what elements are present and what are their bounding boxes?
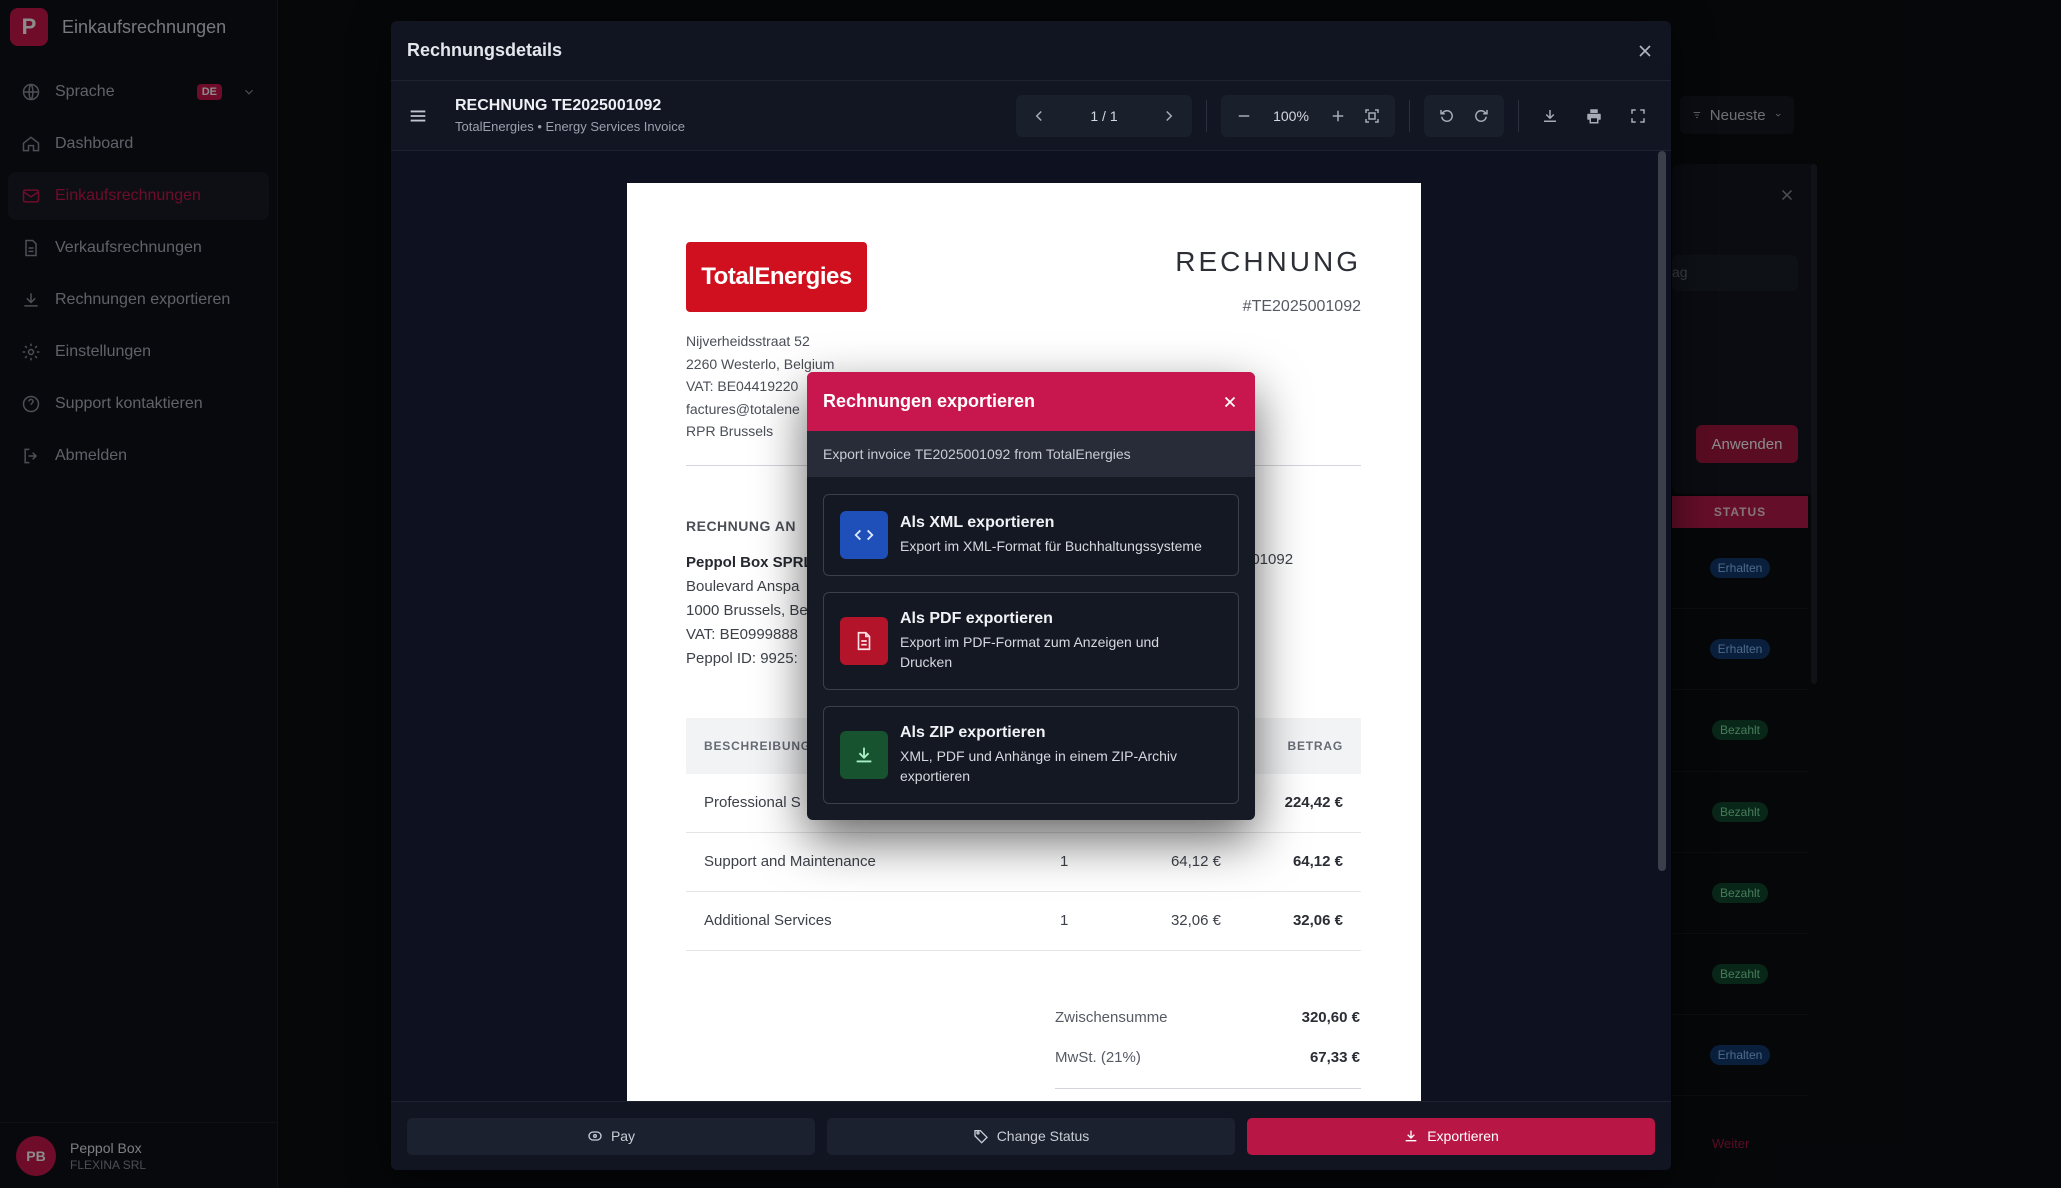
printer-icon (1587, 108, 1601, 123)
company-logo: TotalEnergies (686, 242, 867, 312)
chevron-left-icon (1035, 110, 1042, 121)
plus-icon (1332, 110, 1344, 121)
page-navigation: 1 / 1 (1016, 94, 1192, 137)
viewer-toolbar: RECHNUNG TE2025001092 TotalEnergies • En… (391, 81, 1671, 151)
change-status-button[interactable]: Change Status (827, 1117, 1235, 1155)
modal-header: Rechnungsdetails (391, 21, 1671, 81)
export-xml-option[interactable]: Als XML exportieren Export im XML-Format… (823, 494, 1239, 576)
option-description: Export im XML-Format für Buchhaltungssys… (900, 538, 1202, 554)
vat-label: MwSt. (21%) (1055, 1049, 1141, 1066)
export-dialog-subtitle: Export invoice TE2025001092 from TotalEn… (807, 431, 1255, 477)
fit-screen-icon (1365, 108, 1379, 123)
subtotal-label: Zwischensumme (1055, 1009, 1168, 1026)
invoice-heading: RECHNUNG (1175, 246, 1361, 277)
close-icon[interactable] (1635, 41, 1655, 61)
option-title: Als PDF exportieren (900, 610, 1053, 627)
row-quantity: 1 (1060, 853, 1069, 870)
minus-icon (1238, 114, 1250, 117)
prev-page-button[interactable] (1022, 99, 1056, 133)
header-description: BESCHREIBUNG (704, 739, 811, 753)
zoom-in-button[interactable] (1321, 99, 1355, 133)
download-icon (1405, 1130, 1417, 1142)
export-button[interactable]: Exportieren (1247, 1117, 1655, 1155)
option-description: XML, PDF und Anhänge in einem ZIP-Archiv… (900, 748, 1178, 784)
row-description: Professional S (704, 794, 801, 811)
code-icon (840, 511, 888, 559)
divider (1055, 1088, 1361, 1089)
sender-line: Nijverheidsstraat 52 (686, 333, 810, 349)
table-row: Support and Maintenance 1 64,12 € 64,12 … (686, 833, 1361, 892)
payment-icon (588, 1131, 602, 1141)
vat-value: 67,33 € (1309, 1049, 1360, 1066)
invoice-number: #TE2025001092 (1242, 298, 1361, 315)
fullscreen-icon (1631, 108, 1645, 123)
bill-to-line: Boulevard Anspa (686, 578, 800, 595)
row-description: Support and Maintenance (704, 853, 876, 870)
fit-page-button[interactable] (1355, 99, 1389, 133)
file-icon (840, 617, 888, 665)
change-status-label: Change Status (996, 1128, 1090, 1144)
rotate-right-icon (1475, 109, 1488, 122)
export-dialog-header: Rechnungen exportieren (807, 372, 1255, 431)
bill-to-address: Peppol Box SPRL Boulevard Anspa 1000 Bru… (686, 551, 813, 671)
option-description: Export im PDF-Format zum Anzeigen und Dr… (900, 634, 1160, 670)
bill-to-line: 1000 Brussels, Be (686, 602, 808, 619)
chevron-right-icon (1166, 110, 1173, 121)
export-zip-option[interactable]: Als ZIP exportieren XML, PDF und Anhänge… (823, 706, 1239, 804)
bill-to-line: VAT: BE0999888 (686, 626, 799, 643)
row-amount: 32,06 € (1292, 912, 1343, 929)
rotate-left-icon (1440, 109, 1453, 122)
export-dialog: Rechnungen exportieren Export invoice TE… (807, 372, 1255, 820)
viewer-scrollbar[interactable] (1658, 151, 1666, 871)
bill-to-heading: RECHNUNG AN (686, 518, 796, 534)
header-amount: BETRAG (1287, 739, 1343, 753)
download-button[interactable] (1533, 99, 1567, 133)
pay-label: Pay (610, 1128, 636, 1144)
row-price: 32,06 € (1170, 912, 1221, 929)
row-amount: 224,42 € (1284, 794, 1343, 811)
row-description: Additional Services (704, 912, 832, 929)
toolbar-divider (1518, 99, 1519, 132)
fullscreen-button[interactable] (1621, 99, 1655, 133)
rotate-right-button[interactable] (1464, 99, 1498, 133)
document-title: RECHNUNG TE2025001092 (455, 97, 662, 114)
download-icon (840, 731, 888, 779)
modal-title: Rechnungsdetails (407, 40, 563, 60)
pay-button[interactable]: Pay (407, 1117, 815, 1155)
print-button[interactable] (1577, 99, 1611, 133)
row-price: 64,12 € (1170, 853, 1221, 870)
tag-icon (974, 1130, 988, 1144)
option-title: Als ZIP exportieren (900, 724, 1046, 741)
row-amount: 64,12 € (1292, 853, 1343, 870)
zoom-controls: 100% (1221, 94, 1395, 137)
export-pdf-option[interactable]: Als PDF exportieren Export im PDF-Format… (823, 592, 1239, 690)
close-icon[interactable] (1221, 393, 1239, 411)
table-row: Additional Services 1 32,06 € 32,06 € (686, 892, 1361, 951)
next-page-button[interactable] (1152, 99, 1186, 133)
rotate-left-button[interactable] (1430, 99, 1464, 133)
menu-icon[interactable] (407, 105, 429, 127)
page-indicator: 1 / 1 (1090, 107, 1118, 124)
modal-footer: Pay Change Status Exportieren (391, 1101, 1671, 1170)
toolbar-divider (1409, 99, 1410, 132)
download-icon (1544, 109, 1556, 122)
export-label: Exportieren (1427, 1128, 1499, 1144)
toolbar-divider (1206, 99, 1207, 132)
row-quantity: 1 (1060, 912, 1069, 929)
rotate-controls (1424, 94, 1504, 137)
bill-to-line: Peppol ID: 9925: (686, 650, 798, 667)
export-dialog-title: Rechnungen exportieren (823, 391, 1036, 411)
subtotal-value: 320,60 € (1301, 1009, 1360, 1026)
zoom-level: 100% (1273, 107, 1309, 124)
document-subtitle: TotalEnergies • Energy Services Invoice (455, 119, 685, 134)
bill-to-line: Peppol Box SPRL (686, 554, 813, 571)
zoom-out-button[interactable] (1227, 99, 1261, 133)
option-title: Als XML exportieren (900, 514, 1055, 531)
